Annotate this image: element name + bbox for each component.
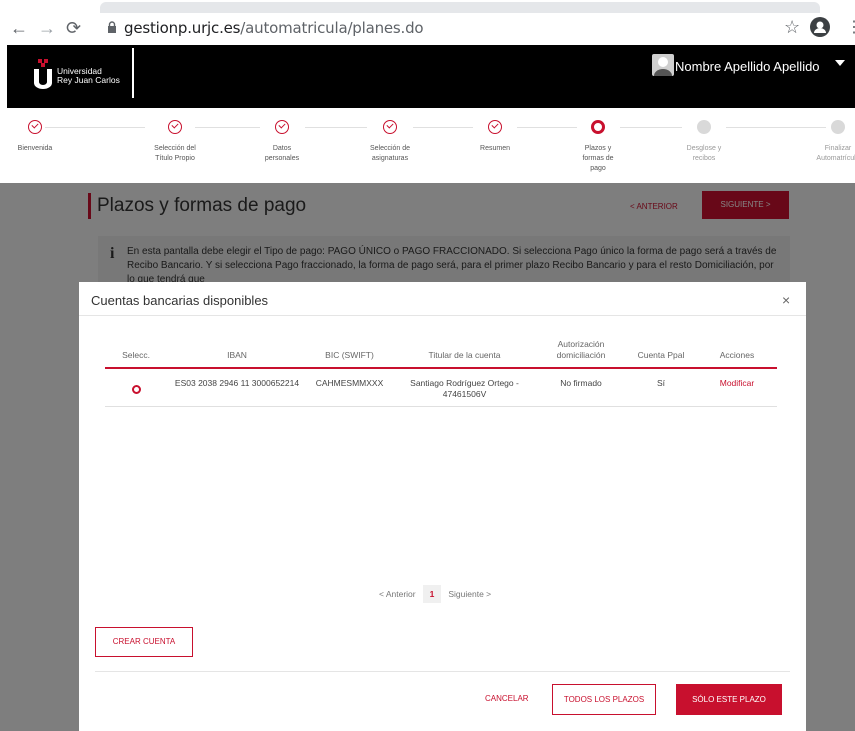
pagination-current-page[interactable]: 1 xyxy=(423,585,441,603)
actions-cell: Modificar xyxy=(697,368,777,407)
url-host: gestionp.urjc.es xyxy=(124,19,241,37)
column-header: Cuenta Ppal xyxy=(625,334,697,369)
bookmark-star-icon[interactable]: ☆ xyxy=(784,17,800,38)
check-circle-icon xyxy=(383,120,397,134)
step-label: Desglose y recibos xyxy=(686,145,722,162)
column-header: IBAN xyxy=(167,334,307,369)
avatar[interactable] xyxy=(652,54,674,76)
profile-icon[interactable] xyxy=(810,17,830,37)
check-circle-icon xyxy=(275,120,289,134)
column-header: Autorización domiciliación xyxy=(537,334,625,369)
pending-step-icon xyxy=(697,120,711,134)
todos-los-plazos-button[interactable]: TODOS LOS PLAZOS xyxy=(552,684,656,715)
pending-step-icon xyxy=(831,120,845,134)
current-step-icon xyxy=(591,120,605,134)
url-text: gestionp.urjc.es/automatricula/planes.do xyxy=(124,19,424,37)
autorizacion-cell: No firmado xyxy=(537,368,625,407)
step-desglose: Desglose y recibos xyxy=(654,120,754,164)
crear-cuenta-button[interactable]: CREAR CUENTA xyxy=(95,627,193,657)
modificar-link[interactable]: Modificar xyxy=(720,378,754,388)
check-circle-icon xyxy=(28,120,42,134)
divider xyxy=(79,315,806,316)
step-resumen: Resumen xyxy=(445,120,545,154)
step-label: Finalizar Automatrícula xyxy=(816,145,855,162)
pagination: < Anterior 1 Siguiente > xyxy=(379,585,491,603)
step-label: Resumen xyxy=(480,145,510,152)
tab-strip xyxy=(0,0,855,13)
url-path: /automatricula/planes.do xyxy=(240,19,424,37)
step-seleccion-titulo: Selección del Título Propio xyxy=(125,120,225,164)
address-bar[interactable]: gestionp.urjc.es/automatricula/planes.do xyxy=(100,16,800,40)
logo-text: Universidad Rey Juan Carlos xyxy=(57,67,120,85)
table-header-row: Selecc. IBAN BIC (SWIFT) Titular de la c… xyxy=(105,334,777,369)
check-circle-icon xyxy=(168,120,182,134)
step-label: Selección de asignaturas xyxy=(369,145,411,162)
column-header: Titular de la cuenta xyxy=(392,334,537,369)
site-header: Universidad Rey Juan Carlos Nombre Apell… xyxy=(7,45,855,108)
menu-kebab-icon[interactable]: ⋮ xyxy=(846,17,855,37)
accounts-table: Selecc. IBAN BIC (SWIFT) Titular de la c… xyxy=(105,334,777,407)
solo-este-plazo-button[interactable]: SÓLO ESTE PLAZO xyxy=(676,684,782,715)
step-label: Selección del Título Propio xyxy=(154,145,196,162)
step-label: Datos personales xyxy=(264,145,300,162)
step-label: Bienvenida xyxy=(17,145,53,152)
close-icon[interactable]: × xyxy=(782,292,790,308)
forward-arrow-icon[interactable]: → xyxy=(38,18,56,38)
step-seleccion-asignaturas: Selección de asignaturas xyxy=(340,120,440,164)
step-finalizar: Finalizar Automatrícula xyxy=(788,120,855,164)
reload-icon[interactable]: ⟳ xyxy=(66,18,81,38)
column-header: Acciones xyxy=(697,334,777,369)
bic-cell: CAHMESMMXXX xyxy=(307,368,392,407)
user-name[interactable]: Nombre Apellido Apellido xyxy=(675,59,820,74)
iban-cell: ES03 2038 2946 11 3000652214 xyxy=(167,368,307,407)
step-plazos: Plazos y formas de pago xyxy=(548,120,648,174)
cancelar-button[interactable]: CANCELAR xyxy=(485,694,529,703)
browser-chrome: ← → ⟳ gestionp.urjc.es/automatricula/pla… xyxy=(0,0,855,44)
column-header: Selecc. xyxy=(105,334,167,369)
titular-cell: Santiago Rodríguez Ortego - 47461506V xyxy=(392,368,537,407)
modal-title: Cuentas bancarias disponibles xyxy=(91,293,269,308)
step-datos-personales: Datos personales xyxy=(232,120,332,164)
logo-divider xyxy=(132,48,134,98)
logo-line-2: Rey Juan Carlos xyxy=(57,75,120,85)
column-header: BIC (SWIFT) xyxy=(307,334,392,369)
browser-tab[interactable] xyxy=(100,2,820,13)
pagination-prev[interactable]: < Anterior xyxy=(379,589,416,599)
chevron-down-icon[interactable] xyxy=(835,60,845,66)
lock-icon xyxy=(108,21,116,33)
step-label: Plazos y formas de pago xyxy=(582,145,614,172)
radio-selected-icon[interactable] xyxy=(131,385,141,394)
check-circle-icon xyxy=(488,120,502,134)
principal-cell: Sí xyxy=(625,368,697,407)
divider xyxy=(95,671,790,672)
select-cell xyxy=(105,368,167,407)
pagination-next[interactable]: Siguiente > xyxy=(448,589,491,599)
back-arrow-icon[interactable]: ← xyxy=(10,18,28,38)
table-row[interactable]: ES03 2038 2946 11 3000652214 CAHMESMMXXX… xyxy=(105,368,777,407)
urjc-logo-icon xyxy=(34,59,52,89)
progress-stepper: Bienvenida Selección del Título Propio D… xyxy=(0,108,855,183)
step-bienvenida: Bienvenida xyxy=(0,120,85,154)
bank-accounts-modal: Cuentas bancarias disponibles × Selecc. … xyxy=(79,282,806,731)
